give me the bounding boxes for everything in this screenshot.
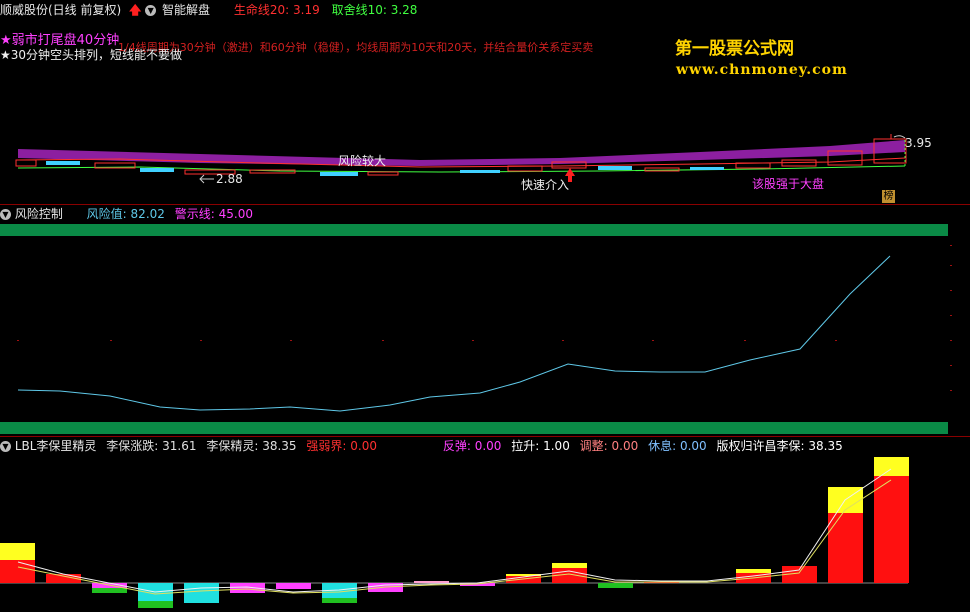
- lbl-chart: [0, 457, 909, 608]
- bars: [0, 457, 909, 608]
- lbl-line-yellow: [17, 479, 892, 595]
